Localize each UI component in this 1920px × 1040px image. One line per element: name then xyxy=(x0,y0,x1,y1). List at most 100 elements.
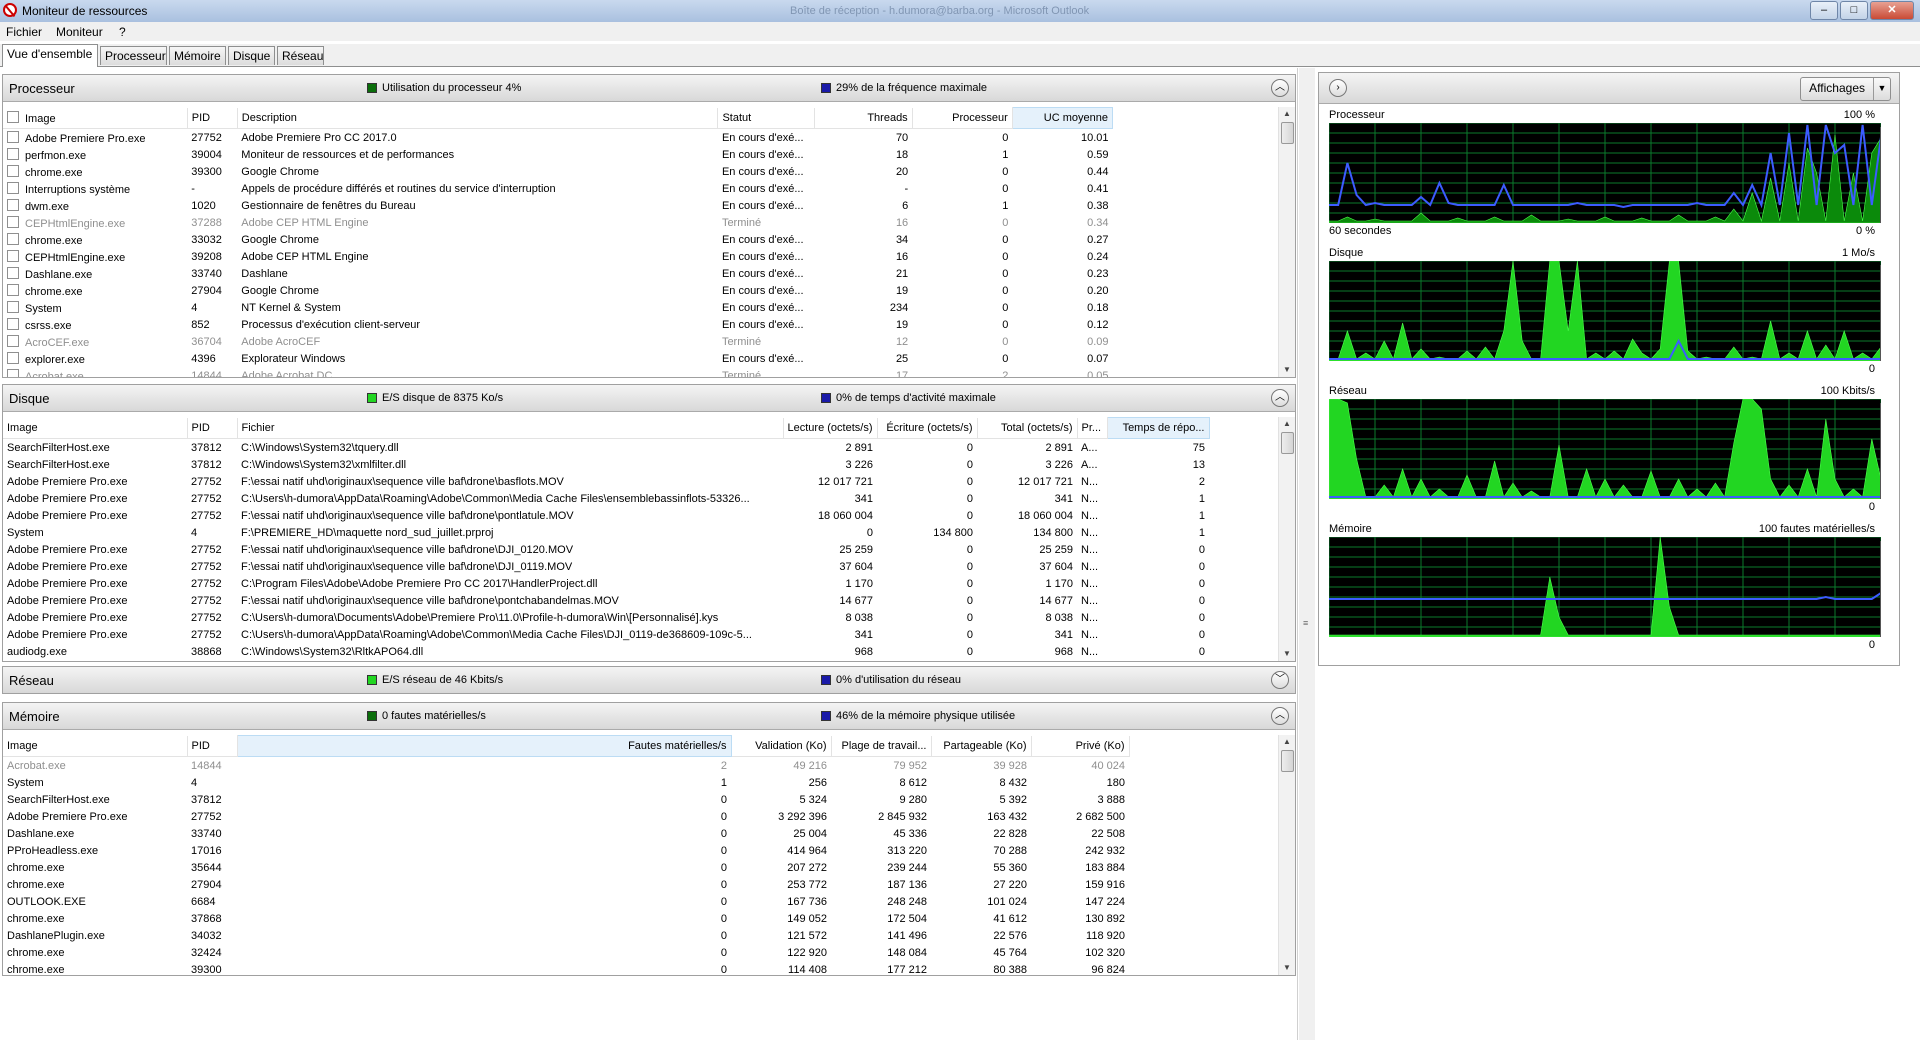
memory-col-faults[interactable]: Fautes matérielles/s xyxy=(236,735,732,757)
disk-header[interactable]: Disque E/S disque de 8375 Ko/s 0% de tem… xyxy=(3,385,1295,412)
cpu-row[interactable]: CEPHtmlEngine.exe 39208 Adobe CEP HTML Eng… xyxy=(3,248,1113,265)
disk-col-image[interactable]: Image xyxy=(3,417,188,439)
row-checkbox[interactable] xyxy=(7,317,19,330)
memory-col-commit[interactable]: Validation (Ko) xyxy=(731,735,832,757)
row-checkbox[interactable] xyxy=(7,130,19,143)
maximize-button[interactable]: □ xyxy=(1840,1,1868,20)
row-checkbox[interactable] xyxy=(7,147,19,160)
cpu-row[interactable]: chrome.exe 27904 Google Chrome En cours d'e… xyxy=(3,282,1113,299)
cpu-collapse-icon[interactable]: ︿ xyxy=(1271,79,1289,97)
cpu-col-pid[interactable]: PID xyxy=(187,107,238,129)
scroll-down-icon[interactable]: ▼ xyxy=(1279,961,1295,975)
disk-collapse-icon[interactable]: ︿ xyxy=(1271,389,1289,407)
disk-col-response[interactable]: Temps de répo... xyxy=(1106,417,1210,439)
tab-network[interactable]: Réseau xyxy=(277,46,324,65)
row-checkbox[interactable] xyxy=(7,215,19,228)
disk-row[interactable]: Adobe Premiere Pro.exe 27752 F:\essai nati… xyxy=(3,592,1209,609)
close-button[interactable]: ✕ xyxy=(1870,1,1914,20)
memory-col-pid[interactable]: PID xyxy=(187,735,238,757)
minimize-button[interactable]: – xyxy=(1810,1,1838,20)
cpu-col-avg[interactable]: UC moyenne xyxy=(1011,107,1114,129)
memory-col-image[interactable]: Image xyxy=(3,735,188,757)
disk-row[interactable]: Adobe Premiere Pro.exe 27752 C:\Users\h-du… xyxy=(3,626,1209,643)
memory-col-private[interactable]: Privé (Ko) xyxy=(1031,735,1130,757)
disk-col-priority[interactable]: Pr... xyxy=(1077,417,1108,439)
scroll-thumb[interactable] xyxy=(1281,750,1294,772)
memory-col-shareable[interactable]: Partageable (Ko) xyxy=(931,735,1032,757)
network-expand-icon[interactable]: ﹀ xyxy=(1271,671,1289,689)
cpu-row[interactable]: chrome.exe 39300 Google Chrome En cours d'e… xyxy=(3,163,1113,180)
cpu-row[interactable]: dwm.exe 1020 Gestionnaire de fenêtres du B… xyxy=(3,197,1113,214)
disk-row[interactable]: Adobe Premiere Pro.exe 27752 F:\essai nati… xyxy=(3,558,1209,575)
memory-row[interactable]: DashlanePlugin.exe 34032 0 121 572 141 496 22… xyxy=(3,927,1129,944)
disk-row[interactable]: Adobe Premiere Pro.exe 27752 F:\essai nati… xyxy=(3,541,1209,558)
cpu-row[interactable]: Acrobat.exe 14844 Adobe Acrobat DC Terminé 1… xyxy=(3,367,1113,377)
disk-row[interactable]: Adobe Premiere Pro.exe 27752 F:\essai nati… xyxy=(3,507,1209,524)
memory-scrollbar[interactable]: ▲ ▼ xyxy=(1278,735,1295,975)
disk-col-write[interactable]: Écriture (octets/s) xyxy=(877,417,978,439)
row-checkbox[interactable] xyxy=(7,351,19,364)
disk-row[interactable]: Adobe Premiere Pro.exe 27752 F:\essai nati… xyxy=(3,473,1209,490)
scroll-down-icon[interactable]: ▼ xyxy=(1279,647,1295,661)
memory-row[interactable]: chrome.exe 27904 0 253 772 187 136 27 220 159 … xyxy=(3,876,1129,893)
memory-collapse-icon[interactable]: ︿ xyxy=(1271,707,1289,725)
tab-memory[interactable]: Mémoire xyxy=(169,46,226,65)
memory-row[interactable]: Dashlane.exe 33740 0 25 004 45 336 22 828 22 5… xyxy=(3,825,1129,842)
row-checkbox[interactable] xyxy=(7,181,19,194)
row-checkbox[interactable] xyxy=(7,283,19,296)
scroll-up-icon[interactable]: ▲ xyxy=(1279,417,1295,431)
cpu-row[interactable]: chrome.exe 33032 Google Chrome En cours d'e… xyxy=(3,231,1113,248)
memory-row[interactable]: PProHeadless.exe 17016 0 414 964 313 220 70 2… xyxy=(3,842,1129,859)
cpu-row[interactable]: Adobe Premiere Pro.exe 27752 Adobe Premier… xyxy=(3,129,1113,147)
cpu-row[interactable]: Interruptions système - Appels de procédur… xyxy=(3,180,1113,197)
memory-row[interactable]: Acrobat.exe 14844 2 49 216 79 952 39 928 40 02… xyxy=(3,757,1129,775)
cpu-col-threads[interactable]: Threads xyxy=(814,107,913,129)
splitter-grip-icon[interactable]: ≡ xyxy=(1303,618,1308,628)
cpu-row[interactable]: csrss.exe 852 Processus d'exécution client… xyxy=(3,316,1113,333)
disk-col-file[interactable]: Fichier xyxy=(237,417,784,439)
memory-header[interactable]: Mémoire 0 fautes matérielles/s 46% de la… xyxy=(3,703,1295,730)
row-checkbox[interactable] xyxy=(7,164,19,177)
select-all-checkbox[interactable] xyxy=(7,110,19,123)
scroll-thumb[interactable] xyxy=(1281,122,1294,144)
menu-help[interactable]: ? xyxy=(119,25,126,39)
cpu-header[interactable]: Processeur Utilisation du processeur 4% … xyxy=(3,75,1295,102)
memory-row[interactable]: chrome.exe 32424 0 122 920 148 084 45 764 102 … xyxy=(3,944,1129,961)
cpu-row[interactable]: Dashlane.exe 33740 Dashlane En cours d'exé.… xyxy=(3,265,1113,282)
cpu-row[interactable]: CEPHtmlEngine.exe 37288 Adobe CEP HTML Eng… xyxy=(3,214,1113,231)
disk-col-read[interactable]: Lecture (octets/s) xyxy=(783,417,878,439)
row-checkbox[interactable] xyxy=(7,334,19,347)
memory-row[interactable]: chrome.exe 37868 0 149 052 172 504 41 612 130 … xyxy=(3,910,1129,927)
cpu-row[interactable]: System 4 NT Kernel & System En cours d'exé.… xyxy=(3,299,1113,316)
row-checkbox[interactable] xyxy=(7,266,19,279)
cpu-col-description[interactable]: Description xyxy=(237,107,719,129)
scroll-down-icon[interactable]: ▼ xyxy=(1279,363,1295,377)
view-dropdown[interactable]: Affichages ▼ xyxy=(1800,77,1891,101)
disk-row[interactable]: Adobe Premiere Pro.exe 27752 C:\Users\h-du… xyxy=(3,609,1209,626)
memory-row[interactable]: OUTLOOK.EXE 6684 0 167 736 248 248 101 024 147… xyxy=(3,893,1129,910)
cpu-row[interactable]: perfmon.exe 39004 Moniteur de ressources e… xyxy=(3,146,1113,163)
disk-row[interactable]: Adobe Premiere Pro.exe 27752 C:\Users\h-du… xyxy=(3,490,1209,507)
cpu-col-image[interactable]: Image xyxy=(3,107,188,129)
pane-splitter[interactable]: ≡ xyxy=(1297,68,1316,1040)
cpu-scrollbar[interactable]: ▲ ▼ xyxy=(1278,107,1295,377)
memory-row[interactable]: Adobe Premiere Pro.exe 27752 0 3 292 396 2 8… xyxy=(3,808,1129,825)
chevron-down-icon[interactable]: ▼ xyxy=(1874,78,1890,100)
cpu-col-status[interactable]: Statut xyxy=(717,107,815,129)
disk-scrollbar[interactable]: ▲ ▼ xyxy=(1278,417,1295,661)
scroll-thumb[interactable] xyxy=(1281,432,1294,454)
row-checkbox[interactable] xyxy=(7,300,19,313)
scroll-up-icon[interactable]: ▲ xyxy=(1279,107,1295,121)
tab-overview[interactable]: Vue d'ensemble xyxy=(2,44,98,67)
row-checkbox[interactable] xyxy=(7,232,19,245)
cpu-row[interactable]: explorer.exe 4396 Explorateur Windows En co… xyxy=(3,350,1113,367)
memory-row[interactable]: chrome.exe 39300 0 114 408 177 212 80 388 96 8… xyxy=(3,961,1129,976)
cpu-col-processor[interactable]: Processeur xyxy=(912,107,1013,129)
disk-row[interactable]: SearchFilterHost.exe 37812 C:\Windows\Syst… xyxy=(3,456,1209,473)
scroll-up-icon[interactable]: ▲ xyxy=(1279,735,1295,749)
memory-row[interactable]: chrome.exe 35644 0 207 272 239 244 55 360 183 … xyxy=(3,859,1129,876)
row-checkbox[interactable] xyxy=(7,198,19,211)
menu-fichier[interactable]: Fichier xyxy=(6,25,42,39)
disk-row[interactable]: Adobe Premiere Pro.exe 27752 C:\Program Fi… xyxy=(3,575,1209,592)
memory-row[interactable]: System 4 1 256 8 612 8 432 180 xyxy=(3,774,1129,791)
